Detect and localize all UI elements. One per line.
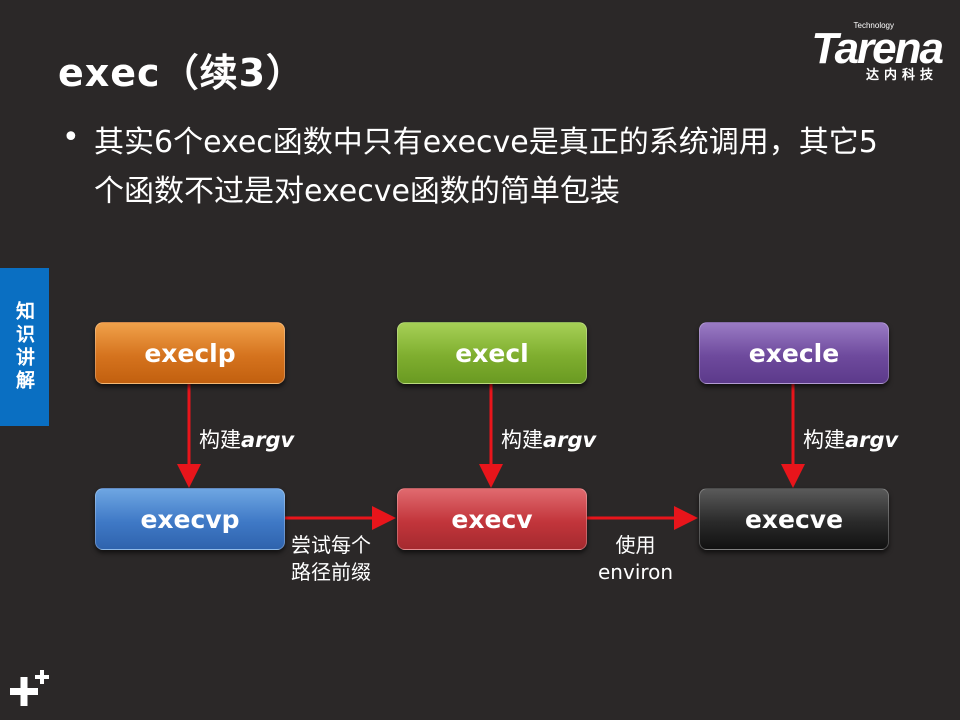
node-execvp: execvp xyxy=(95,488,285,550)
edge-label-use-line2: environ xyxy=(598,560,674,584)
edge-label-try-path-prefix: 尝试每个 路径前缀 xyxy=(291,532,371,586)
edge-label-try-line2: 路径前缀 xyxy=(291,560,371,584)
edge-label-argv-text: argv xyxy=(845,428,899,452)
node-execlp: execlp xyxy=(95,322,285,384)
edge-label-use-line1: 使用 xyxy=(615,533,656,557)
edge-label-build-argv-2: 构建argv xyxy=(501,424,596,454)
edge-label-argv-text: argv xyxy=(543,428,597,452)
edge-label-use-environ: 使用 environ xyxy=(598,532,673,586)
edge-label-argv-text: argv xyxy=(241,428,295,452)
node-execle: execle xyxy=(699,322,889,384)
node-execv: execv xyxy=(397,488,587,550)
edge-label-build-argv-1: 构建argv xyxy=(199,424,294,454)
edge-label-build-text: 构建 xyxy=(803,428,845,452)
node-execve: execve xyxy=(699,488,889,550)
edge-label-build-text: 构建 xyxy=(501,428,543,452)
edge-label-build-argv-3: 构建argv xyxy=(803,424,898,454)
edge-label-try-line1: 尝试每个 xyxy=(291,533,371,557)
edge-label-build-text: 构建 xyxy=(199,428,241,452)
node-execl: execl xyxy=(397,322,587,384)
plus-decoration-icon xyxy=(10,670,49,706)
